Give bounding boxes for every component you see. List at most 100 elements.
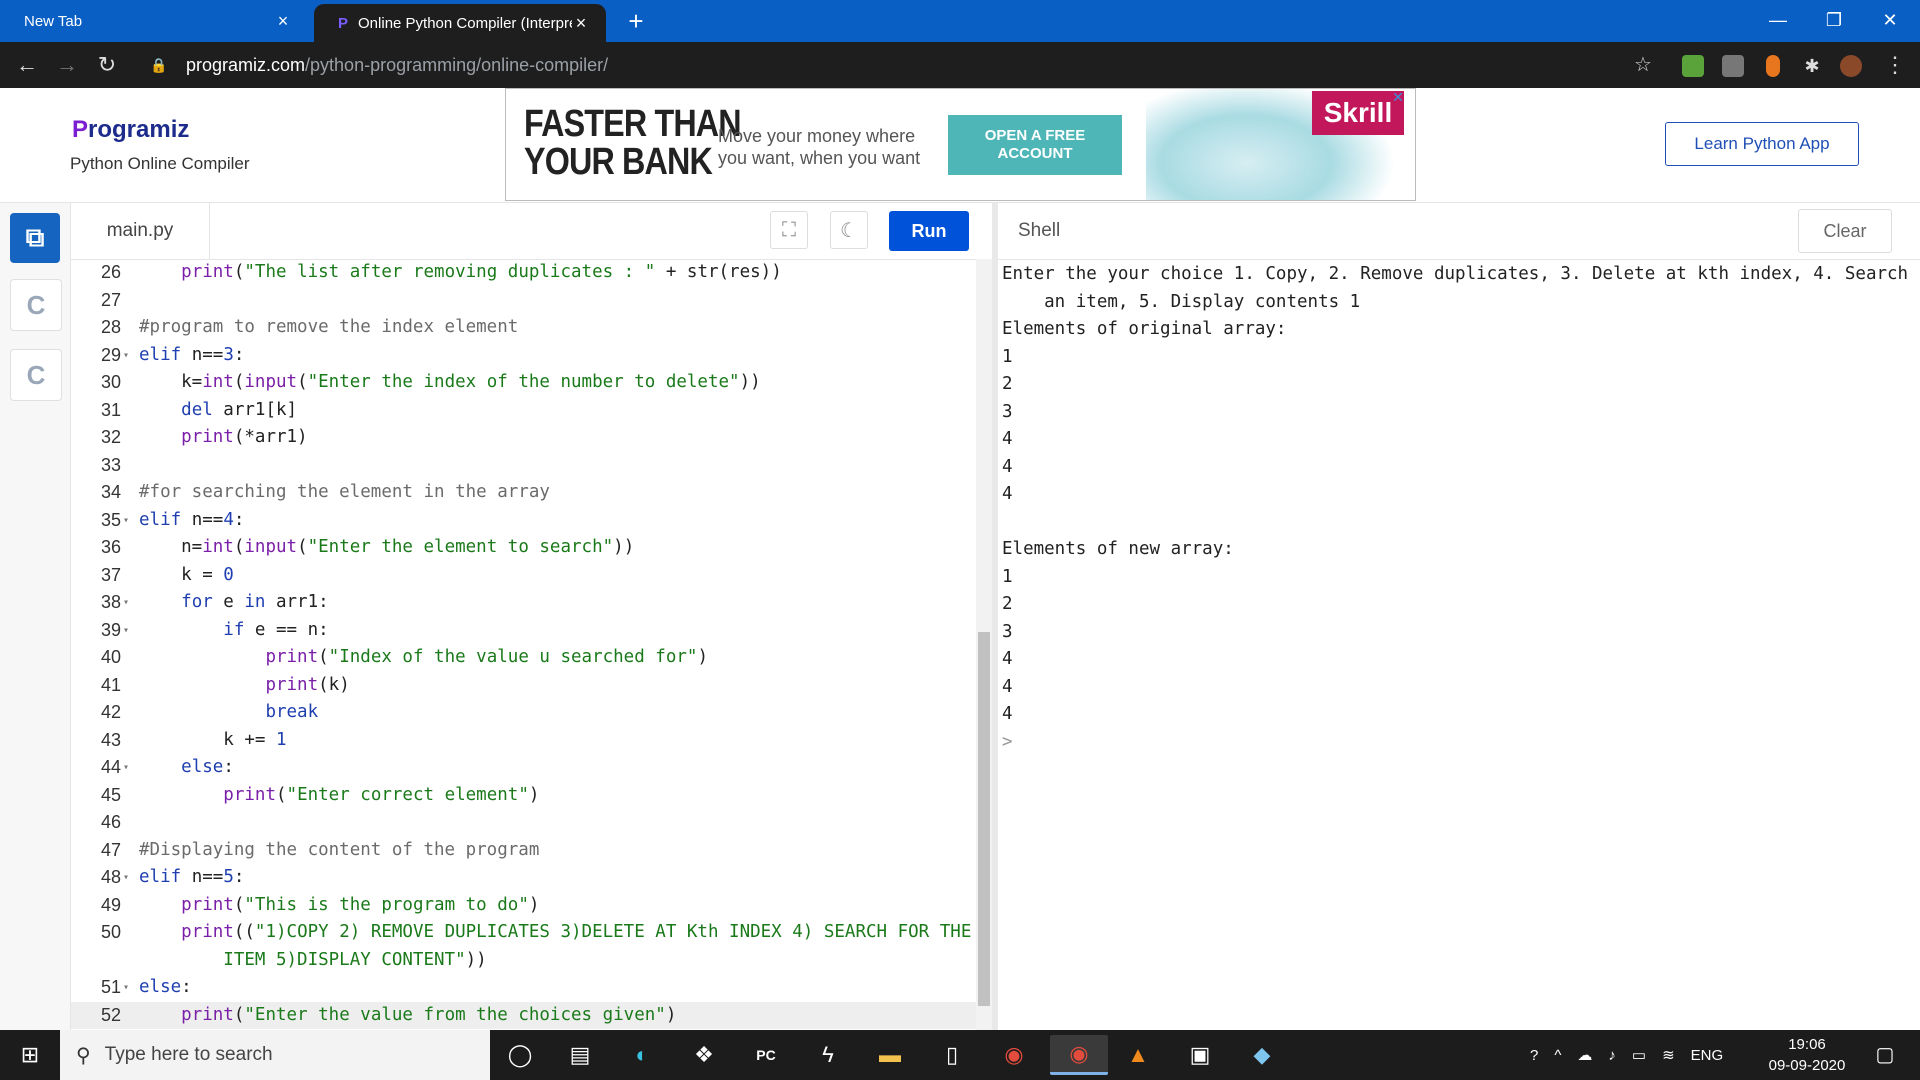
volume-icon[interactable]: ♪: [1608, 1047, 1616, 1064]
fold-arrow-icon[interactable]: ▾: [123, 864, 129, 892]
new-tab-button[interactable]: +: [620, 6, 652, 38]
fold-arrow-icon[interactable]: ▾: [123, 754, 129, 782]
clock[interactable]: 19:06 09-09-2020: [1752, 1034, 1862, 1076]
extension-orange-icon[interactable]: [1766, 55, 1780, 77]
vlc-icon[interactable]: ▲: [1116, 1035, 1160, 1075]
chrome-icon[interactable]: ◉: [992, 1035, 1036, 1075]
search-placeholder: Type here to search: [104, 1044, 273, 1065]
code-line: 31 del arr1[k]: [100, 399, 298, 420]
notepad-icon[interactable]: ▯: [930, 1035, 974, 1075]
url-path: /python-programming/online-compiler/: [305, 54, 609, 75]
onedrive-icon[interactable]: ☁: [1577, 1046, 1592, 1064]
fullscreen-icon[interactable]: ⛶: [770, 211, 808, 249]
code-line: 42 break: [100, 702, 319, 722]
file-explorer-icon[interactable]: ▬: [868, 1035, 912, 1075]
edge-icon[interactable]: ◐: [620, 1035, 664, 1075]
shell-line: 2: [1002, 594, 1013, 614]
learn-python-app-button[interactable]: Learn Python App: [1665, 122, 1859, 166]
browser-toolbar: ← → ↻ 🔒 programiz.com /python-programmin…: [0, 42, 1920, 88]
extension-grey-icon[interactable]: [1722, 55, 1744, 77]
cpp-language-icon[interactable]: C: [10, 349, 62, 401]
file-tab-main-py[interactable]: main.py: [71, 203, 210, 259]
app-lightning-icon[interactable]: ϟ: [806, 1035, 850, 1075]
fold-arrow-icon[interactable]: ▾: [123, 342, 129, 370]
ad-close-icon[interactable]: ✕: [1386, 89, 1410, 107]
shell-line: 4: [1002, 704, 1013, 724]
shell-output[interactable]: Enter the your choice 1. Copy, 2. Remove…: [1002, 261, 1912, 1030]
fold-arrow-icon[interactable]: ▾: [123, 507, 129, 535]
tab-title: New Tab: [24, 12, 83, 30]
programiz-favicon-icon: P: [338, 14, 349, 32]
python-language-icon[interactable]: ⧉: [10, 213, 60, 263]
dark-mode-moon-icon[interactable]: ☾: [830, 211, 868, 249]
tab-close-icon[interactable]: ×: [274, 11, 292, 32]
shell-line: 4: [1002, 484, 1013, 504]
app-blue-icon[interactable]: ◆: [1240, 1035, 1284, 1075]
profile-avatar[interactable]: [1840, 55, 1862, 77]
task-view-icon[interactable]: ▤: [558, 1035, 602, 1075]
code-line: 38 ▾ for e in arr1:: [71, 589, 976, 617]
code-line: 40 print("Index of the value u searched …: [100, 647, 708, 667]
code-line: 48 ▾ elif n==5:: [71, 864, 976, 892]
editor-scrollbar-thumb[interactable]: [978, 632, 990, 1006]
windows-start-icon[interactable]: ⊞: [0, 1030, 60, 1080]
shell-line: 4: [1002, 649, 1013, 669]
help-icon[interactable]: ?: [1530, 1047, 1538, 1064]
chevron-up-icon[interactable]: ^: [1554, 1047, 1561, 1064]
tab-close-icon[interactable]: ×: [572, 13, 590, 34]
close-window-button[interactable]: ✕: [1862, 0, 1918, 42]
ad-open-account-button[interactable]: OPEN A FREE ACCOUNT: [948, 115, 1122, 175]
shell-line: 2: [1002, 374, 1013, 394]
cortana-icon[interactable]: ◯: [498, 1035, 542, 1075]
reload-icon[interactable]: ↻: [92, 50, 122, 80]
back-arrow-icon[interactable]: ←: [12, 50, 42, 80]
minimize-button[interactable]: —: [1750, 0, 1806, 42]
run-button[interactable]: Run: [889, 211, 969, 251]
bookmark-star-icon[interactable]: ☆: [1628, 50, 1658, 80]
notification-center-icon[interactable]: ▢: [1870, 1040, 1900, 1070]
shell-header: Shell Clear: [998, 203, 1920, 260]
terminal-icon[interactable]: ▣: [1178, 1035, 1222, 1075]
code-line: 37 k = 0: [100, 564, 234, 585]
clear-button[interactable]: Clear: [1798, 209, 1892, 253]
url-host: programiz.com: [186, 54, 306, 75]
code-line: 43 k += 1: [100, 729, 287, 750]
browser-tab-bar: New Tab × P Online Python Compiler (Inte…: [0, 0, 1920, 42]
taskbar-search-box[interactable]: ⚲ Type here to search: [60, 1030, 490, 1080]
code-editor[interactable]: 26 print("The list after removing duplic…: [71, 259, 976, 1030]
page-subtitle: Python Online Compiler: [70, 154, 250, 173]
shell-prompt[interactable]: >: [1002, 729, 1912, 757]
forward-arrow-icon[interactable]: →: [52, 50, 82, 80]
programiz-logo[interactable]: Programiz: [72, 116, 189, 144]
shell-line: 3: [1002, 621, 1013, 642]
code-line: 41 print(k): [100, 674, 350, 695]
restore-button[interactable]: ❐: [1806, 0, 1862, 42]
language-indicator[interactable]: ENG: [1691, 1047, 1724, 1064]
dropbox-icon[interactable]: ❖: [682, 1035, 726, 1075]
code-line: 26 print("The list after removing duplic…: [100, 262, 782, 282]
code-line: 36 n=int(input("Enter the element to sea…: [100, 537, 635, 557]
advertisement-banner[interactable]: FASTER THAN YOUR BANK Move your money whe…: [505, 88, 1416, 201]
battery-icon[interactable]: ▭: [1632, 1046, 1646, 1064]
shell-line: an item, 5. Display contents 1: [1002, 291, 1361, 312]
wifi-icon[interactable]: ≋: [1662, 1046, 1675, 1064]
tab-online-python-compiler[interactable]: P Online Python Compiler (Interpre ×: [314, 4, 606, 42]
tab-new-tab[interactable]: New Tab ×: [0, 0, 308, 42]
fold-arrow-icon[interactable]: ▾: [123, 589, 129, 617]
fold-arrow-icon[interactable]: ▾: [123, 974, 129, 1002]
chrome-active-icon[interactable]: ◉: [1050, 1035, 1108, 1075]
address-bar[interactable]: 🔒 programiz.com /python-programming/onli…: [140, 47, 1665, 83]
puzzle-extensions-icon[interactable]: ✱: [1797, 51, 1827, 81]
fold-arrow-icon[interactable]: ▾: [123, 617, 129, 645]
pane-splitter[interactable]: [992, 203, 998, 1030]
code-line: 49 print("This is the program to do"): [100, 894, 540, 915]
shell-line: Elements of new array:: [1002, 539, 1234, 559]
extension-green-icon[interactable]: [1682, 55, 1704, 77]
c-language-icon[interactable]: C: [10, 279, 62, 331]
code-line: 51 ▾ else:: [71, 974, 976, 1002]
clock-time: 19:06: [1788, 1036, 1826, 1053]
menu-kebab-icon[interactable]: ⋮: [1880, 50, 1910, 80]
pycharm-icon[interactable]: PC: [744, 1035, 788, 1075]
shell-line: 3: [1002, 401, 1013, 422]
